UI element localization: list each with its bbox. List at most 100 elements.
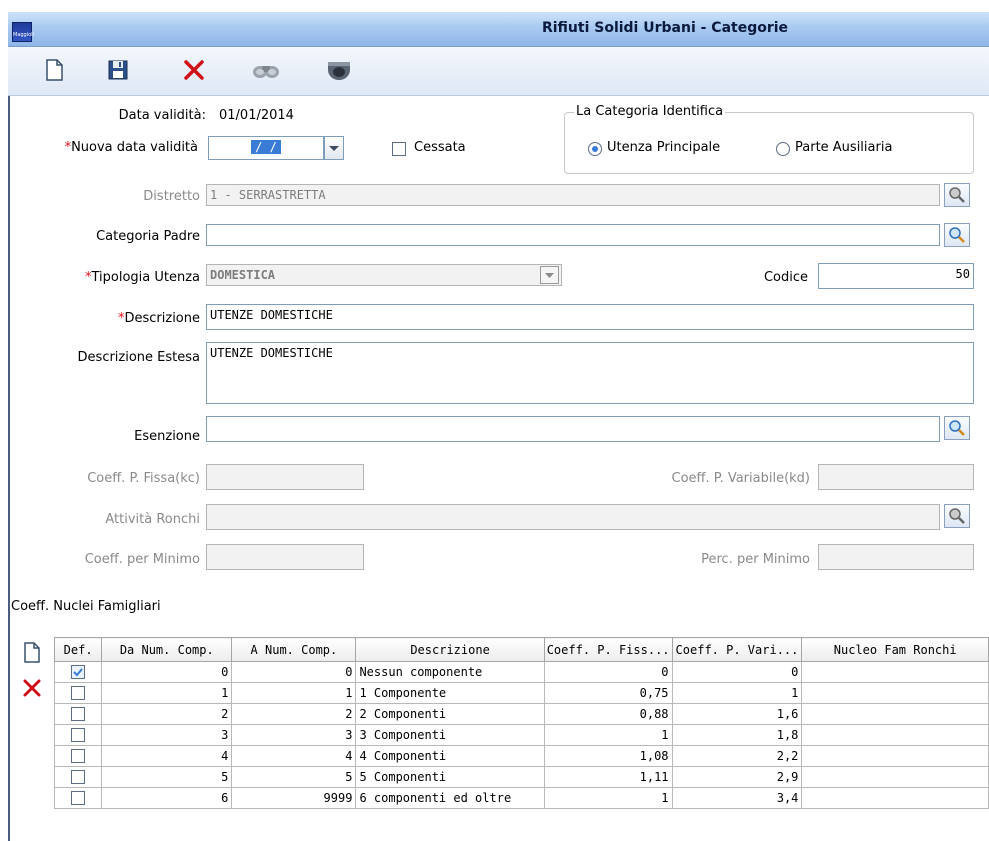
nucleo-ronchi-cell[interactable]	[801, 724, 989, 746]
a-num-cell[interactable]: 5	[231, 766, 357, 788]
camera-icon[interactable]	[324, 56, 352, 84]
column-header[interactable]: Nucleo Fam Ronchi	[801, 637, 989, 662]
coeff-variabile-cell[interactable]: 0	[671, 661, 803, 683]
delete-x-icon[interactable]	[180, 56, 208, 84]
coeff-fissa-cell[interactable]: 1	[543, 787, 673, 809]
binoculars-icon[interactable]	[250, 56, 279, 84]
coeff-variabile-cell[interactable]: 1,6	[671, 703, 803, 725]
a-num-cell[interactable]: 3	[231, 724, 357, 746]
table-row[interactable]: 6 9999 6 componenti ed oltre 1 3,4	[54, 787, 989, 809]
nucleo-ronchi-cell[interactable]	[801, 745, 989, 767]
nuova-data-input[interactable]: / /	[208, 136, 324, 160]
default-checkbox[interactable]	[71, 707, 86, 721]
da-num-cell[interactable]: 4	[101, 745, 233, 767]
radio-ausiliaria-label: Parte Ausiliaria	[795, 140, 893, 155]
coeff-variabile-cell[interactable]: 1,8	[671, 724, 803, 746]
a-num-cell[interactable]: 1	[231, 682, 357, 704]
a-num-cell[interactable]: 4	[231, 745, 357, 767]
coeff-fissa-cell[interactable]: 0	[543, 661, 673, 683]
def-cell	[54, 682, 103, 704]
nucleo-ronchi-cell[interactable]	[801, 787, 989, 809]
def-cell	[54, 703, 103, 725]
descrizione-cell[interactable]: 4 Componenti	[355, 745, 545, 767]
tipologia-dropdown-button[interactable]	[540, 266, 559, 284]
nucleo-ronchi-cell[interactable]	[801, 682, 989, 704]
coeff-fissa-cell[interactable]: 0,88	[543, 703, 673, 725]
esenzione-lookup-button[interactable]	[944, 416, 970, 440]
cessata-checkbox[interactable]	[392, 142, 406, 156]
categoria-padre-lookup-button[interactable]	[944, 223, 970, 247]
radio-parte-ausiliaria[interactable]	[776, 142, 790, 156]
coeff-variabile-cell[interactable]: 2,2	[671, 745, 803, 767]
descrizione-cell[interactable]: 5 Componenti	[355, 766, 545, 788]
descrizione-estesa-textarea[interactable]: UTENZE DOMESTICHE	[206, 342, 974, 404]
column-header[interactable]: Descrizione	[355, 637, 545, 662]
a-num-cell[interactable]: 0	[231, 661, 357, 683]
table-row[interactable]: 555 Componenti 1,11 2,9	[54, 766, 989, 788]
coeff-variabile-cell[interactable]: 1	[671, 682, 803, 704]
add-row-icon[interactable]	[20, 640, 44, 666]
descrizione-cell[interactable]: 6 componenti ed oltre	[355, 787, 545, 809]
table-row[interactable]: 222 Componenti 0,88 1,6	[54, 703, 989, 725]
codice-input[interactable]: 50	[818, 263, 974, 289]
default-checkbox[interactable]	[71, 770, 86, 784]
table-row[interactable]: 0 0 Nessun componente 0 0	[54, 661, 989, 683]
app-logo-text: Maggioli	[13, 32, 34, 38]
delete-row-icon[interactable]	[20, 676, 44, 700]
column-header[interactable]: Def.	[54, 637, 103, 662]
default-checkbox[interactable]	[71, 728, 86, 742]
da-num-cell[interactable]: 2	[101, 703, 233, 725]
da-num-cell[interactable]: 3	[101, 724, 233, 746]
descrizione-cell[interactable]: 3 Componenti	[355, 724, 545, 746]
toolbar	[8, 47, 989, 96]
default-checkbox[interactable]	[71, 665, 86, 679]
title-bar	[8, 12, 989, 47]
column-header[interactable]: A Num. Comp.	[231, 637, 357, 662]
coeff-fissa-cell[interactable]: 1,08	[543, 745, 673, 767]
default-checkbox[interactable]	[71, 686, 86, 700]
distretto-lookup-button[interactable]	[944, 183, 970, 207]
table-row[interactable]: 111 Componente 0,75 1	[54, 682, 989, 704]
nucleo-ronchi-cell[interactable]	[801, 766, 989, 788]
radio-utenza-principale[interactable]	[588, 142, 602, 156]
esenzione-input[interactable]	[206, 416, 940, 442]
categoria-padre-label: Categoria Padre	[96, 229, 200, 244]
default-checkbox[interactable]	[71, 749, 86, 763]
da-num-cell[interactable]: 0	[101, 661, 233, 683]
table-row[interactable]: 333 Componenti 1 1,8	[54, 724, 989, 746]
tipologia-select[interactable]: DOMESTICA	[206, 264, 562, 286]
descrizione-cell[interactable]: Nessun componente	[355, 661, 545, 683]
new-document-icon[interactable]	[40, 56, 68, 84]
descrizione-cell[interactable]: 1 Componente	[355, 682, 545, 704]
da-num-cell[interactable]: 5	[101, 766, 233, 788]
da-num-cell[interactable]: 1	[101, 682, 233, 704]
tipologia-label: *Tipologia Utenza	[20, 270, 200, 285]
perc-minimo-input	[818, 544, 974, 570]
descrizione-input[interactable]: UTENZE DOMESTICHE	[206, 304, 974, 330]
a-num-cell[interactable]: 2	[231, 703, 357, 725]
coeff-fissa-cell[interactable]: 1	[543, 724, 673, 746]
table-row[interactable]: 444 Componenti 1,08 2,2	[54, 745, 989, 767]
column-header[interactable]: Da Num. Comp.	[101, 637, 233, 662]
cessata-label: Cessata	[414, 140, 466, 155]
column-header[interactable]: Coeff. P. Fiss...	[543, 637, 673, 662]
save-disk-icon[interactable]	[104, 56, 132, 84]
a-num-cell[interactable]: 9999	[231, 787, 357, 809]
coeff-fissa-cell[interactable]: 0,75	[543, 682, 673, 704]
coeff-variabile-cell[interactable]: 2,9	[671, 766, 803, 788]
nuova-data-label-text: Nuova data validità	[71, 140, 198, 155]
categoria-padre-input[interactable]	[206, 224, 940, 246]
da-num-cell[interactable]: 6	[101, 787, 233, 809]
nucleo-ronchi-cell[interactable]	[801, 661, 989, 683]
column-header[interactable]: Coeff. P. Vari...	[671, 637, 803, 662]
attivita-ronchi-lookup-button[interactable]	[944, 504, 970, 528]
coeff-fissa-cell[interactable]: 1,11	[543, 766, 673, 788]
date-dropdown-button[interactable]	[324, 136, 344, 160]
coeff-variabile-cell[interactable]: 3,4	[671, 787, 803, 809]
descrizione-cell[interactable]: 2 Componenti	[355, 703, 545, 725]
default-checkbox[interactable]	[71, 791, 86, 805]
magnifier-icon	[949, 227, 965, 243]
nucleo-ronchi-cell[interactable]	[801, 703, 989, 725]
nuova-data-label: *Nuova data validità	[14, 140, 198, 155]
magnifier-icon	[949, 508, 965, 524]
